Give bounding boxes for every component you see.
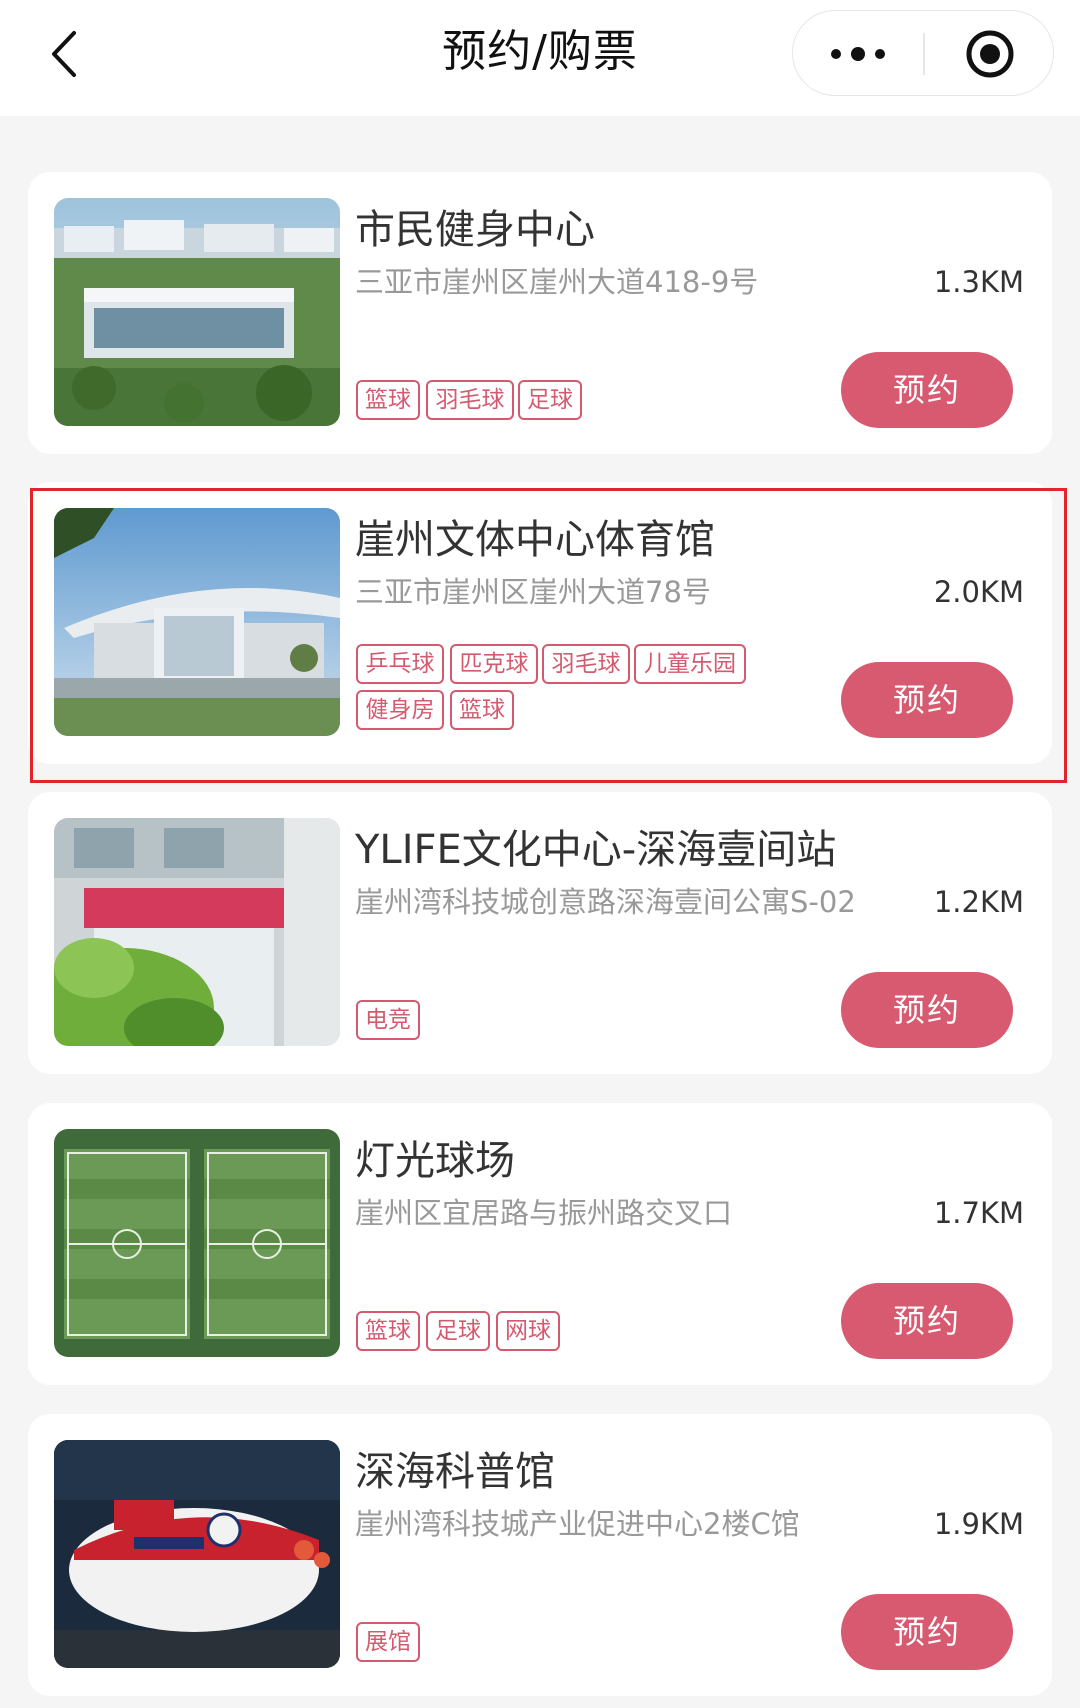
- venue-name: 市民健身中心: [355, 207, 595, 253]
- venue-card[interactable]: 灯光球场 崖州区宜居路与振州路交叉口 1.7KM 篮球 足球 网球 预约: [28, 1103, 1052, 1385]
- venue-name: 灯光球场: [355, 1138, 515, 1184]
- tag-badge: 乒乓球: [356, 644, 444, 684]
- venue-card[interactable]: 崖州文体中心体育馆 三亚市崖州区崖州大道78号 2.0KM 乒乓球 匹克球 羽毛…: [28, 482, 1052, 764]
- book-button[interactable]: 预约: [841, 352, 1013, 428]
- book-button[interactable]: 预约: [841, 1594, 1013, 1670]
- venue-name: YLIFE文化中心-深海壹间站: [355, 827, 837, 873]
- venue-photo: [54, 1129, 340, 1357]
- venue-photo: [54, 198, 340, 426]
- tag-badge: 儿童乐园: [634, 644, 746, 684]
- venue-address: 崖州湾科技城产业促进中心2楼C馆: [355, 1507, 800, 1541]
- tag-badge: 足球: [426, 1311, 490, 1351]
- tag-badge: 羽毛球: [426, 380, 514, 420]
- tag-badge: 网球: [496, 1311, 560, 1351]
- venue-photo: [54, 818, 340, 1046]
- venue-address: 三亚市崖州区崖州大道78号: [355, 575, 711, 609]
- tag-badge: 足球: [518, 380, 582, 420]
- more-button[interactable]: [793, 11, 923, 97]
- book-button[interactable]: 预约: [841, 662, 1013, 738]
- tag-badge: 篮球: [356, 380, 420, 420]
- venue-distance: 1.7KM: [933, 1196, 1024, 1230]
- venue-name: 崖州文体中心体育馆: [355, 517, 715, 563]
- close-mini-program-button[interactable]: [925, 11, 1055, 97]
- venue-address: 三亚市崖州区崖州大道418-9号: [355, 265, 759, 299]
- tag-badge: 展馆: [356, 1622, 420, 1662]
- venue-name: 深海科普馆: [355, 1449, 555, 1495]
- tag-badge: 羽毛球: [542, 644, 630, 684]
- venue-card[interactable]: 市民健身中心 三亚市崖州区崖州大道418-9号 1.3KM 篮球 羽毛球 足球 …: [28, 172, 1052, 454]
- venue-distance: 1.2KM: [933, 885, 1024, 919]
- venue-card[interactable]: 深海科普馆 崖州湾科技城产业促进中心2楼C馆 1.9KM 展馆 预约: [28, 1414, 1052, 1696]
- tag-badge: 匹克球: [450, 644, 538, 684]
- target-circle-icon: [966, 30, 1014, 78]
- more-dots-icon: [831, 47, 885, 61]
- mini-program-capsule: [792, 10, 1054, 96]
- venue-address: 崖州区宜居路与振州路交叉口: [355, 1196, 733, 1230]
- venue-card[interactable]: YLIFE文化中心-深海壹间站 崖州湾科技城创意路深海壹间公寓S-02 1.2K…: [28, 792, 1052, 1074]
- venue-distance: 2.0KM: [933, 575, 1024, 609]
- venue-distance: 1.3KM: [933, 265, 1024, 299]
- tag-badge: 健身房: [356, 690, 444, 730]
- tag-badge: 篮球: [450, 690, 514, 730]
- book-button[interactable]: 预约: [841, 972, 1013, 1048]
- venue-photo: [54, 508, 340, 736]
- tag-badge: 篮球: [356, 1311, 420, 1351]
- venue-address: 崖州湾科技城创意路深海壹间公寓S-02: [355, 885, 856, 919]
- venue-photo: [54, 1440, 340, 1668]
- book-button[interactable]: 预约: [841, 1283, 1013, 1359]
- tag-badge: 电竞: [356, 1000, 420, 1040]
- navigation-bar: 预约/购票: [0, 0, 1080, 116]
- venue-distance: 1.9KM: [933, 1507, 1024, 1541]
